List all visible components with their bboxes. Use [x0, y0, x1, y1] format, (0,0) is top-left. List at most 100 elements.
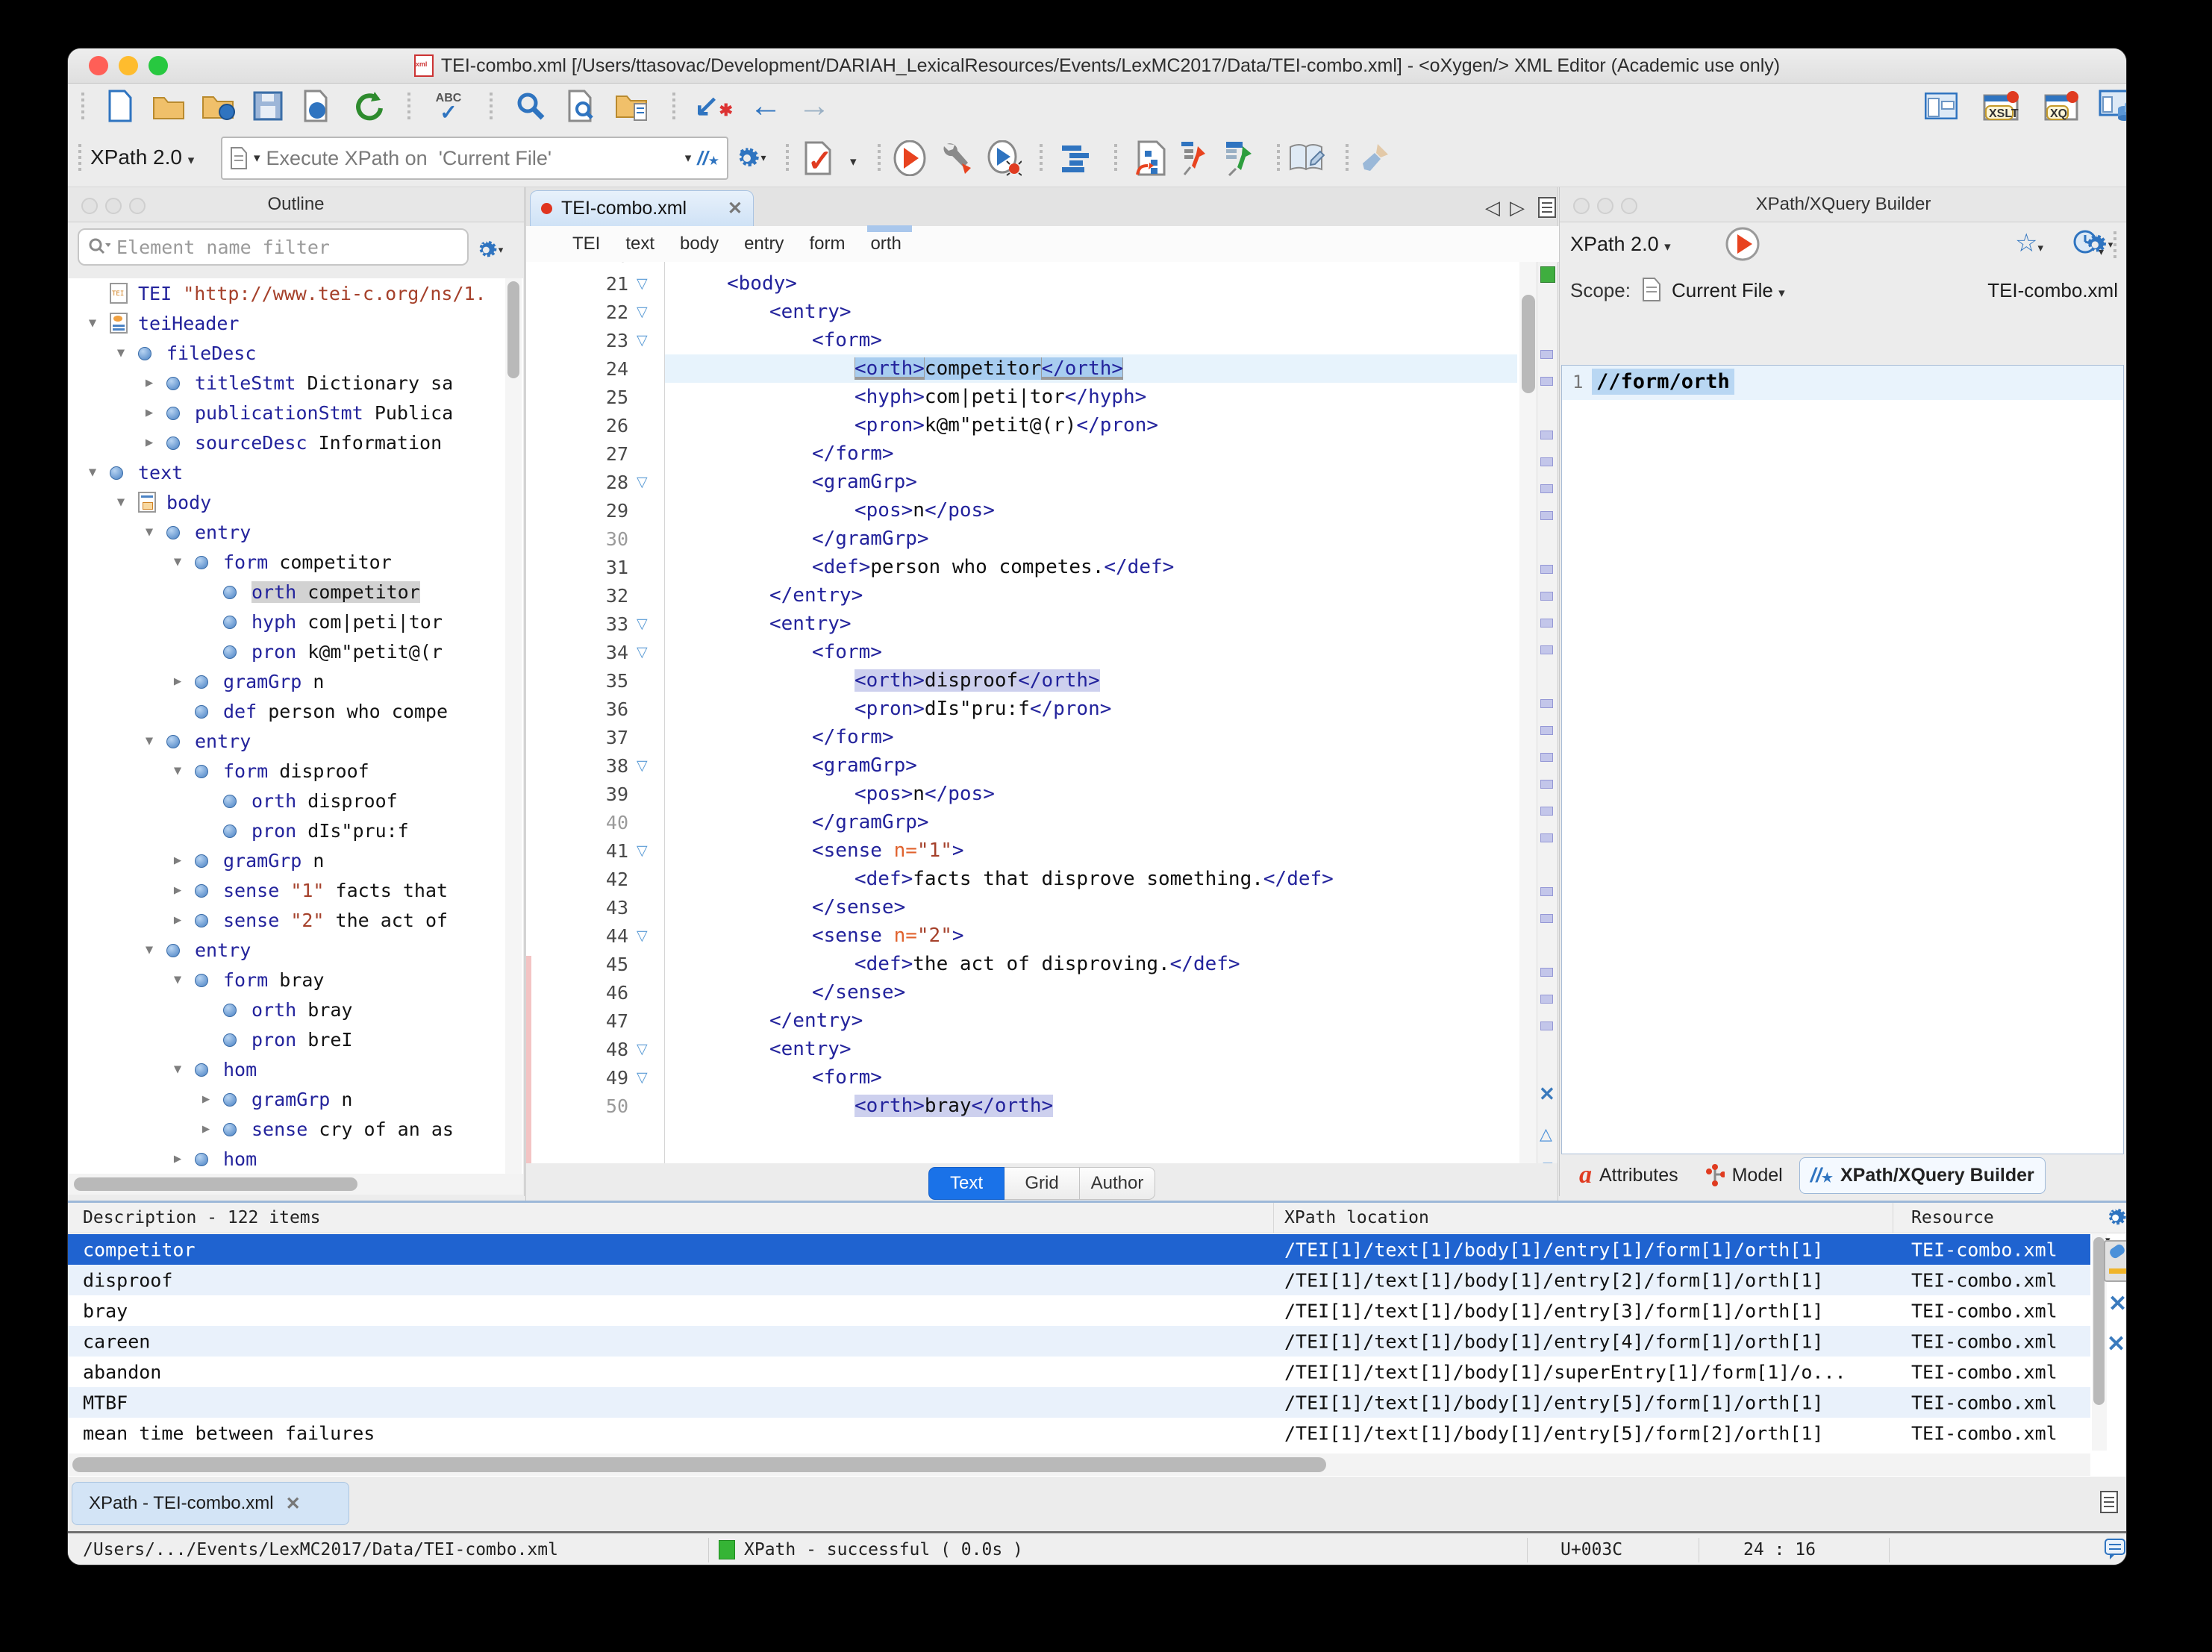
mode-button-author[interactable]: Author [1080, 1167, 1155, 1200]
ruler-match-mark[interactable] [1540, 726, 1553, 735]
ruler-match-mark[interactable] [1540, 619, 1553, 628]
ruler-match-mark[interactable] [1540, 350, 1553, 359]
outline-node-label[interactable]: hom [223, 1059, 257, 1080]
execute-xpath-combobox[interactable]: ▾ Execute XPath on 'Current File' ▾ //★ [221, 137, 728, 180]
spell-check-icon[interactable]: ABC✓ [436, 92, 462, 120]
outline-tree-row[interactable]: ▶gramGrp n [68, 1084, 523, 1114]
outline-tree-row[interactable]: ▼entry [68, 935, 523, 965]
xpath-builder-icon[interactable]: //★ [697, 147, 719, 170]
code-line[interactable]: 34▽<form> [526, 638, 1537, 666]
outline-tree-row[interactable]: ▶publicationStmt Publica [68, 398, 523, 428]
code-line[interactable]: 33▽<entry> [526, 610, 1537, 638]
code-line[interactable]: 39<pos>n</pos> [526, 780, 1537, 808]
editor-tab[interactable]: TEI-combo.xml ✕ [530, 190, 754, 226]
tab-attributes[interactable]: a Attributes [1569, 1155, 1689, 1195]
outline-tree-row[interactable]: ▶gramGrp n [68, 845, 523, 875]
code-line[interactable]: 37</form> [526, 723, 1537, 751]
go-to-last-edit-icon[interactable]: ↙✱ [694, 89, 733, 123]
outline-node-label[interactable]: form disproof [223, 760, 369, 782]
tab-xpath-xquery-builder[interactable]: //★ XPath/XQuery Builder [1799, 1157, 2046, 1194]
outline-tree-row[interactable]: ▶hom [68, 1144, 523, 1174]
fold-toggle-icon[interactable]: ▽ [637, 616, 648, 633]
code-line[interactable]: 36<pron>dIs"pru:f</pron> [526, 695, 1537, 723]
close-results-tab-icon[interactable]: ✕ [286, 1493, 301, 1515]
column-xpath-location[interactable]: XPath location [1284, 1208, 1429, 1227]
breadcrumb-item-entry[interactable]: entry [744, 234, 784, 254]
search-icon[interactable] [516, 91, 546, 121]
outline-tree-row[interactable]: TEITEI "http://www.tei-c.org/ns/1. [68, 278, 523, 308]
result-row[interactable]: careen/TEI[1]/text[1]/body[1]/entry[4]/f… [68, 1326, 2090, 1357]
outline-node-label[interactable]: pron k@m"petit@(r [251, 641, 443, 663]
outline-tree-row[interactable]: ▼body [68, 487, 523, 517]
red-pin-icon[interactable] [1180, 140, 1210, 176]
code-line[interactable]: 32</entry> [526, 581, 1537, 610]
result-row[interactable]: competitor/TEI[1]/text[1]/body[1]/entry[… [68, 1234, 2090, 1265]
result-row[interactable]: MTBF/TEI[1]/text[1]/body[1]/entry[5]/for… [68, 1387, 2090, 1418]
expand-icon[interactable]: ▶ [166, 913, 189, 927]
outline-node-label[interactable]: gramGrp n [251, 1089, 352, 1110]
ruler-match-mark[interactable] [1540, 565, 1553, 574]
reload-button[interactable] [352, 90, 384, 122]
code-line[interactable]: 28▽<gramGrp> [526, 468, 1537, 496]
outline-node-label[interactable]: form bray [223, 969, 324, 991]
outline-node-label[interactable]: entry [195, 522, 251, 543]
outline-panel-header[interactable]: Outline [68, 187, 524, 222]
expand-icon[interactable]: ▶ [138, 375, 160, 390]
expand-icon[interactable]: ▶ [138, 435, 160, 450]
outline-node-label[interactable]: hyph com|peti|tor [251, 611, 443, 633]
expand-icon[interactable]: ▶ [166, 853, 189, 868]
outline-node-label[interactable]: orth competitor [251, 581, 420, 603]
code-line[interactable]: 31<def>person who competes.</def> [526, 553, 1537, 581]
ruler-match-mark[interactable] [1540, 887, 1553, 896]
configure-transformation-button[interactable] [941, 141, 974, 175]
combo-caret[interactable]: ▾ [685, 151, 692, 166]
builder-settings-gear-icon[interactable]: ▾ [2084, 233, 2113, 257]
results-horizontal-scrollbar[interactable] [68, 1454, 2090, 1476]
outline-tree-row[interactable]: def person who compe [68, 696, 523, 726]
column-resource[interactable]: Resource [1911, 1208, 1994, 1227]
breadcrumb-item-body[interactable]: body [680, 234, 719, 254]
collapse-icon[interactable]: ▼ [81, 316, 104, 331]
xpath-results-tab[interactable]: XPath - TEI-combo.xml ✕ [72, 1482, 349, 1525]
breadcrumb-item-form[interactable]: form [809, 234, 845, 254]
outline-tree-row[interactable]: ▼form competitor [68, 547, 523, 577]
save-to-url-button[interactable] [302, 90, 332, 122]
scope-dropdown-caret[interactable]: ▾ [254, 151, 260, 166]
code-line[interactable]: 43</sense> [526, 893, 1537, 922]
outline-node-label[interactable]: gramGrp n [223, 671, 324, 692]
code-line[interactable]: 41▽<sense n="1"> [526, 836, 1537, 865]
outline-node-label[interactable]: form competitor [223, 551, 392, 573]
tab-model[interactable]: Model [1695, 1158, 1793, 1192]
breadcrumb-item-TEI[interactable]: TEI [572, 234, 600, 254]
outline-tree-row[interactable]: ▼form bray [68, 965, 523, 995]
outline-tree-row[interactable]: ▶sourceDesc Information [68, 428, 523, 457]
outline-tree-row[interactable]: ▶sense cry of an as [68, 1114, 523, 1144]
prev-editor-icon[interactable]: ◁ [1485, 196, 1500, 219]
ruler-match-mark[interactable] [1540, 592, 1553, 601]
code-line[interactable]: 45<def>the act of disproving.</def> [526, 950, 1537, 978]
outline-tree-row[interactable]: orth bray [68, 995, 523, 1024]
outline-tree-row[interactable]: orth disproof [68, 786, 523, 816]
outline-tree-row[interactable]: ▶ sense "2" the act of [68, 905, 523, 935]
outline-tree-row[interactable]: ▶titleStmt Dictionary sa [68, 368, 523, 398]
fold-toggle-icon[interactable]: ▽ [637, 1069, 648, 1086]
prev-highlight-icon[interactable]: △ [1540, 1124, 1552, 1144]
outline-tree-row[interactable]: ▶gramGrp n [68, 666, 523, 696]
ruler-match-mark[interactable] [1540, 914, 1553, 923]
outline-node-label[interactable]: pron dIs"pru:f [251, 820, 409, 842]
ruler-match-mark[interactable] [1540, 833, 1553, 842]
close-window-button[interactable] [89, 56, 108, 75]
outline-node-label[interactable]: sense "2" the act of [223, 910, 448, 931]
outline-settings-gear-icon[interactable]: ▾ [476, 239, 504, 261]
next-editor-icon[interactable]: ▷ [1510, 196, 1525, 219]
outline-vertical-scrollbar[interactable] [505, 278, 522, 1174]
code-line[interactable]: 38▽<gramGrp> [526, 751, 1537, 780]
outline-node-label[interactable]: orth disproof [251, 790, 398, 812]
fold-toggle-icon[interactable]: ▽ [637, 757, 648, 775]
ruler-match-mark[interactable] [1540, 484, 1553, 493]
ruler-match-mark[interactable] [1540, 780, 1553, 789]
fold-toggle-icon[interactable]: ▽ [637, 927, 648, 945]
collapse-icon[interactable]: ▼ [110, 495, 132, 510]
outline-node-label[interactable]: entry [195, 939, 251, 961]
code-line[interactable]: 47</entry> [526, 1007, 1537, 1035]
